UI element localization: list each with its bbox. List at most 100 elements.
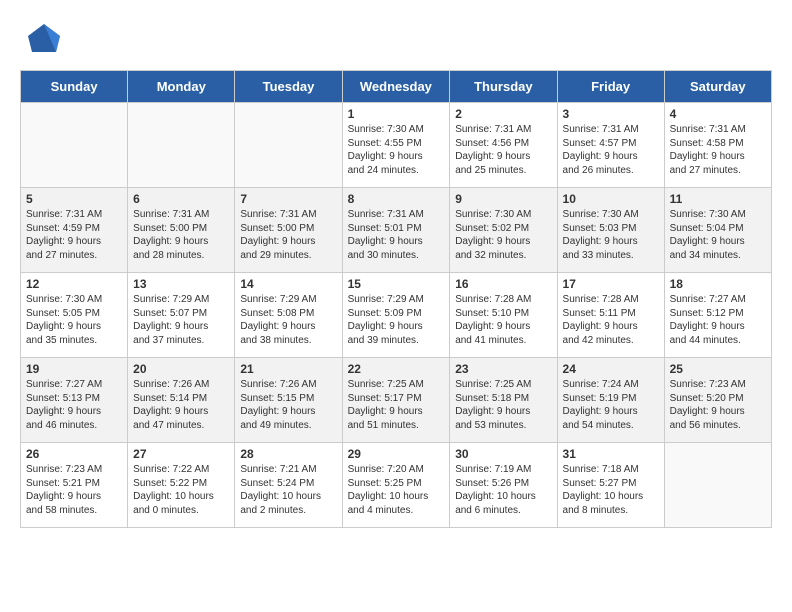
calendar-cell: 18 Sunrise: 7:27 AM Sunset: 5:12 PM Dayli… xyxy=(664,273,771,358)
calendar-week-row: 12 Sunrise: 7:30 AM Sunset: 5:05 PM Dayli… xyxy=(21,273,772,358)
calendar-cell: 29 Sunrise: 7:20 AM Sunset: 5:25 PM Dayli… xyxy=(342,443,450,528)
day-number: 13 xyxy=(133,277,229,291)
calendar-cell: 3 Sunrise: 7:31 AM Sunset: 4:57 PM Daylig… xyxy=(557,103,664,188)
day-info: Sunrise: 7:31 AM Sunset: 4:57 PM Dayligh… xyxy=(563,123,659,177)
calendar-cell: 27 Sunrise: 7:22 AM Sunset: 5:22 PM Dayli… xyxy=(128,443,235,528)
day-info: Sunrise: 7:29 AM Sunset: 5:08 PM Dayligh… xyxy=(240,293,336,347)
day-info: Sunrise: 7:28 AM Sunset: 5:10 PM Dayligh… xyxy=(455,293,551,347)
day-info: Sunrise: 7:19 AM Sunset: 5:26 PM Dayligh… xyxy=(455,463,551,517)
calendar-cell: 7Sunrise: 7:31 AM Sunset: 5:00 PM Daylig… xyxy=(235,188,342,273)
day-info: Sunrise: 7:31 AM Sunset: 4:58 PM Dayligh… xyxy=(670,123,766,177)
logo xyxy=(20,20,64,60)
calendar-cell: 26 Sunrise: 7:23 AM Sunset: 5:21 PM Dayli… xyxy=(21,443,128,528)
day-number: 31 xyxy=(563,447,659,461)
calendar-cell: 13 Sunrise: 7:29 AM Sunset: 5:07 PM Dayli… xyxy=(128,273,235,358)
day-info: Sunrise: 7:23 AM Sunset: 5:20 PM Dayligh… xyxy=(670,378,766,432)
calendar-cell: 4 Sunrise: 7:31 AM Sunset: 4:58 PM Daylig… xyxy=(664,103,771,188)
calendar-cell: 14 Sunrise: 7:29 AM Sunset: 5:08 PM Dayli… xyxy=(235,273,342,358)
day-info: Sunrise: 7:20 AM Sunset: 5:25 PM Dayligh… xyxy=(348,463,445,517)
day-number: 15 xyxy=(348,277,445,291)
calendar-cell: 12 Sunrise: 7:30 AM Sunset: 5:05 PM Dayli… xyxy=(21,273,128,358)
calendar-cell: 8 Sunrise: 7:31 AM Sunset: 5:01 PM Daylig… xyxy=(342,188,450,273)
day-number: 5 xyxy=(26,192,122,206)
day-number: 20 xyxy=(133,362,229,376)
calendar-cell: 19 Sunrise: 7:27 AM Sunset: 5:13 PM Dayli… xyxy=(21,358,128,443)
day-number: 29 xyxy=(348,447,445,461)
day-info: Sunrise: 7:23 AM Sunset: 5:21 PM Dayligh… xyxy=(26,463,122,517)
day-info: Sunrise: 7:27 AM Sunset: 5:12 PM Dayligh… xyxy=(670,293,766,347)
calendar-week-row: 5 Sunrise: 7:31 AM Sunset: 4:59 PM Daylig… xyxy=(21,188,772,273)
day-number: 1 xyxy=(348,107,445,121)
day-number: 3 xyxy=(563,107,659,121)
logo-icon xyxy=(20,20,60,60)
calendar-cell: 17 Sunrise: 7:28 AM Sunset: 5:11 PM Dayli… xyxy=(557,273,664,358)
day-number: 4 xyxy=(670,107,766,121)
calendar-cell: 24 Sunrise: 7:24 AM Sunset: 5:19 PM Dayli… xyxy=(557,358,664,443)
calendar-header-row: SundayMondayTuesdayWednesdayThursdayFrid… xyxy=(21,71,772,103)
day-info: Sunrise: 7:30 AM Sunset: 4:55 PM Dayligh… xyxy=(348,123,445,177)
day-number: 10 xyxy=(563,192,659,206)
day-info: Sunrise: 7:29 AM Sunset: 5:09 PM Dayligh… xyxy=(348,293,445,347)
day-info: Sunrise: 7:30 AM Sunset: 5:03 PM Dayligh… xyxy=(563,208,659,262)
day-number: 8 xyxy=(348,192,445,206)
day-info: Sunrise: 7:31 AM Sunset: 5:01 PM Dayligh… xyxy=(348,208,445,262)
calendar-cell: 22Sunrise: 7:25 AM Sunset: 5:17 PM Dayli… xyxy=(342,358,450,443)
calendar-cell: 23Sunrise: 7:25 AM Sunset: 5:18 PM Dayli… xyxy=(450,358,557,443)
calendar-cell: 16 Sunrise: 7:28 AM Sunset: 5:10 PM Dayli… xyxy=(450,273,557,358)
day-number: 17 xyxy=(563,277,659,291)
calendar-cell: 6 Sunrise: 7:31 AM Sunset: 5:00 PM Daylig… xyxy=(128,188,235,273)
calendar-cell: 20 Sunrise: 7:26 AM Sunset: 5:14 PM Dayli… xyxy=(128,358,235,443)
calendar-cell xyxy=(128,103,235,188)
day-info: Sunrise: 7:27 AM Sunset: 5:13 PM Dayligh… xyxy=(26,378,122,432)
weekday-header-wednesday: Wednesday xyxy=(342,71,450,103)
day-number: 9 xyxy=(455,192,551,206)
calendar-week-row: 26 Sunrise: 7:23 AM Sunset: 5:21 PM Dayli… xyxy=(21,443,772,528)
day-number: 16 xyxy=(455,277,551,291)
day-number: 19 xyxy=(26,362,122,376)
day-number: 6 xyxy=(133,192,229,206)
day-info: Sunrise: 7:26 AM Sunset: 5:14 PM Dayligh… xyxy=(133,378,229,432)
weekday-header-monday: Monday xyxy=(128,71,235,103)
weekday-header-tuesday: Tuesday xyxy=(235,71,342,103)
day-number: 27 xyxy=(133,447,229,461)
calendar-cell: 5 Sunrise: 7:31 AM Sunset: 4:59 PM Daylig… xyxy=(21,188,128,273)
calendar-table: SundayMondayTuesdayWednesdayThursdayFrid… xyxy=(20,70,772,528)
calendar-cell: 31 Sunrise: 7:18 AM Sunset: 5:27 PM Dayli… xyxy=(557,443,664,528)
day-number: 11 xyxy=(670,192,766,206)
calendar-cell: 2Sunrise: 7:31 AM Sunset: 4:56 PM Daylig… xyxy=(450,103,557,188)
calendar-cell: 28Sunrise: 7:21 AM Sunset: 5:24 PM Dayli… xyxy=(235,443,342,528)
calendar-cell xyxy=(21,103,128,188)
day-number: 7 xyxy=(240,192,336,206)
weekday-header-saturday: Saturday xyxy=(664,71,771,103)
calendar-cell: 30 Sunrise: 7:19 AM Sunset: 5:26 PM Dayli… xyxy=(450,443,557,528)
day-info: Sunrise: 7:31 AM Sunset: 5:00 PM Dayligh… xyxy=(133,208,229,262)
calendar-cell: 9 Sunrise: 7:30 AM Sunset: 5:02 PM Daylig… xyxy=(450,188,557,273)
page-header xyxy=(20,20,772,60)
day-info: Sunrise: 7:24 AM Sunset: 5:19 PM Dayligh… xyxy=(563,378,659,432)
weekday-header-sunday: Sunday xyxy=(21,71,128,103)
day-info: Sunrise: 7:30 AM Sunset: 5:04 PM Dayligh… xyxy=(670,208,766,262)
day-info: Sunrise: 7:29 AM Sunset: 5:07 PM Dayligh… xyxy=(133,293,229,347)
day-info: Sunrise: 7:30 AM Sunset: 5:05 PM Dayligh… xyxy=(26,293,122,347)
calendar-cell: 1 Sunrise: 7:30 AM Sunset: 4:55 PM Daylig… xyxy=(342,103,450,188)
day-info: Sunrise: 7:18 AM Sunset: 5:27 PM Dayligh… xyxy=(563,463,659,517)
day-info: Sunrise: 7:21 AM Sunset: 5:24 PM Dayligh… xyxy=(240,463,336,517)
day-number: 26 xyxy=(26,447,122,461)
day-info: Sunrise: 7:30 AM Sunset: 5:02 PM Dayligh… xyxy=(455,208,551,262)
day-number: 24 xyxy=(563,362,659,376)
weekday-header-thursday: Thursday xyxy=(450,71,557,103)
day-number: 21 xyxy=(240,362,336,376)
day-number: 30 xyxy=(455,447,551,461)
calendar-week-row: 1 Sunrise: 7:30 AM Sunset: 4:55 PM Daylig… xyxy=(21,103,772,188)
day-info: Sunrise: 7:22 AM Sunset: 5:22 PM Dayligh… xyxy=(133,463,229,517)
day-info: Sunrise: 7:31 AM Sunset: 4:59 PM Dayligh… xyxy=(26,208,122,262)
day-info: Sunrise: 7:25 AM Sunset: 5:17 PM Dayligh… xyxy=(348,378,445,432)
day-number: 18 xyxy=(670,277,766,291)
day-info: Sunrise: 7:31 AM Sunset: 4:56 PM Dayligh… xyxy=(455,123,551,177)
day-number: 14 xyxy=(240,277,336,291)
day-info: Sunrise: 7:28 AM Sunset: 5:11 PM Dayligh… xyxy=(563,293,659,347)
day-info: Sunrise: 7:25 AM Sunset: 5:18 PM Dayligh… xyxy=(455,378,551,432)
calendar-cell: 21Sunrise: 7:26 AM Sunset: 5:15 PM Dayli… xyxy=(235,358,342,443)
day-number: 25 xyxy=(670,362,766,376)
day-number: 12 xyxy=(26,277,122,291)
